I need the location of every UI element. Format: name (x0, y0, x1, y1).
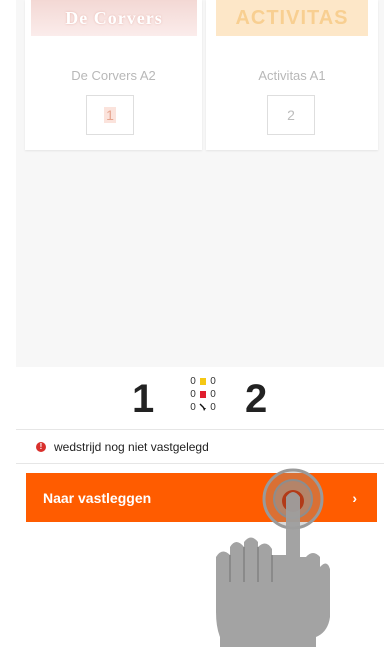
home-score-value: 1 (104, 107, 116, 123)
home-score-large: 1 (132, 377, 155, 421)
hand-pointer-icon (216, 492, 330, 647)
away-team-card[interactable]: ACTIVITAS Activitas A1 2 (206, 0, 378, 150)
status-text: wedstrijd nog niet vastgelegd (54, 439, 209, 454)
red-card-row: 0 0 (185, 388, 221, 401)
chevron-right-icon: › (352, 489, 357, 506)
red-card-icon (200, 391, 206, 398)
home-team-card[interactable]: De Corvers De Corvers A2 1 (25, 0, 202, 150)
home-score-input[interactable]: 1 (86, 95, 134, 135)
substitution-row: 0 0 (185, 401, 221, 414)
home-sub-count: 0 (190, 402, 196, 413)
away-score-input[interactable]: 2 (267, 95, 315, 135)
scoreboard: 1 0 0 0 0 0 0 2 (16, 367, 384, 430)
record-match-label: Naar vastleggen (43, 489, 152, 506)
alert-icon: ! (36, 441, 46, 452)
home-red-count: 0 (190, 389, 196, 400)
substitution-icon (199, 403, 207, 412)
away-red-count: 0 (210, 389, 216, 400)
away-team-name: Activitas A1 (258, 68, 326, 83)
home-yellow-count: 0 (190, 376, 196, 387)
away-yellow-count: 0 (210, 376, 216, 387)
away-team-logo: ACTIVITAS (216, 0, 368, 36)
away-score-large: 2 (245, 377, 268, 421)
away-score-value: 2 (287, 107, 295, 123)
yellow-card-icon (200, 378, 206, 385)
yellow-card-row: 0 0 (185, 375, 221, 388)
match-screen: De Corvers De Corvers A2 1 ACTIVITAS Act… (0, 0, 392, 647)
card-summary: 0 0 0 0 0 0 (185, 375, 221, 414)
home-team-logo: De Corvers (31, 0, 197, 36)
status-row: ! wedstrijd nog niet vastgelegd (16, 430, 384, 464)
home-team-name: De Corvers A2 (71, 68, 156, 83)
away-sub-count: 0 (210, 402, 216, 413)
